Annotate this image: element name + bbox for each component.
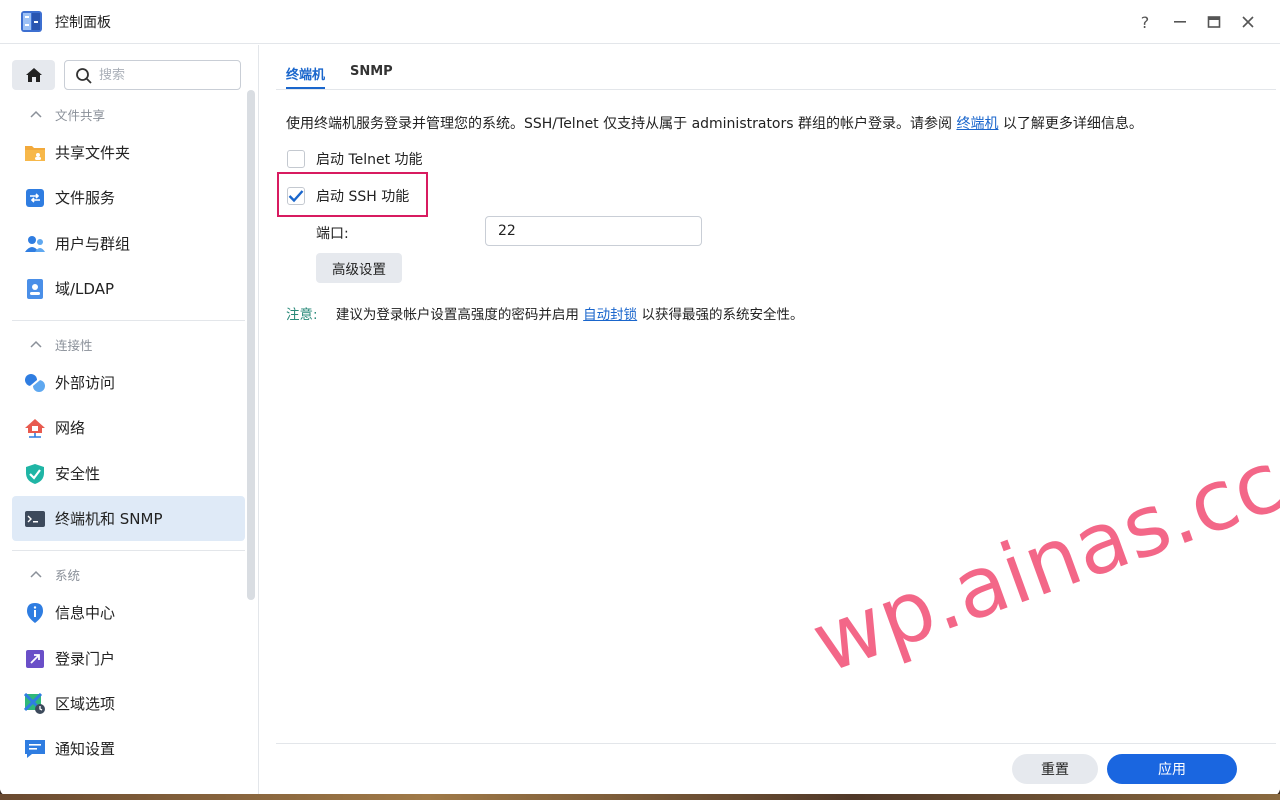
sidebar: 文件共享 共享文件夹 文件服务 用户与群组 域/LDAP <box>0 45 259 796</box>
home-button[interactable] <box>12 60 55 90</box>
telnet-label: 启动 Telnet 功能 <box>316 152 423 168</box>
sidebar-item-label: 登录门户 <box>55 650 116 668</box>
info-icon <box>24 602 46 624</box>
section-label: 文件共享 <box>55 108 106 123</box>
sidebar-item-network[interactable]: 网络 <box>12 405 245 450</box>
sidebar-item-label: 区域选项 <box>55 695 116 713</box>
title-bar: 控制面板 ? <box>0 0 1280 44</box>
search-icon <box>76 68 92 84</box>
section-connectivity[interactable]: 连接性 <box>30 335 93 354</box>
sidebar-item-label: 网络 <box>55 419 86 437</box>
apply-button[interactable]: 应用 <box>1107 754 1237 784</box>
section-label: 系统 <box>55 568 81 583</box>
section-system[interactable]: 系统 <box>30 565 80 584</box>
terminal-help-link[interactable]: 终端机 <box>956 116 998 132</box>
control-panel-window: 控制面板 ? 文件共享 <box>0 0 1280 796</box>
sidebar-item-label: 终端机和 SNMP <box>55 510 163 528</box>
maximize-icon[interactable] <box>1202 10 1226 34</box>
description-text: 使用终端机服务登录并管理您的系统。SSH/Telnet 仅支持从属于 admin… <box>286 113 1143 133</box>
sidebar-item-label: 通知设置 <box>55 740 116 758</box>
sidebar-item-domain-ldap[interactable]: 域/LDAP <box>12 266 245 311</box>
desktop-background-strip <box>0 794 1280 800</box>
ssh-label: 启动 SSH 功能 <box>316 189 410 205</box>
folder-icon <box>24 142 46 164</box>
note-after: 以获得最强的系统安全性。 <box>641 307 804 323</box>
sidebar-item-terminal-snmp[interactable]: 终端机和 SNMP <box>12 496 245 541</box>
description-before: 使用终端机服务登录并管理您的系统。SSH/Telnet 仅支持从属于 admin… <box>286 116 952 132</box>
control-panel-app-icon <box>21 11 42 32</box>
tab-bar: 终端机 SNMP <box>276 45 1276 90</box>
security-note: 注意: 建议为登录帐户设置高强度的密码并启用 自动封锁 以获得最强的系统安全性。 <box>286 303 803 323</box>
regional-map-icon <box>24 692 46 715</box>
sidebar-scrollbar[interactable] <box>247 90 255 600</box>
sidebar-item-file-services[interactable]: 文件服务 <box>12 175 245 220</box>
help-icon[interactable]: ? <box>1133 10 1157 34</box>
sidebar-item-security[interactable]: 安全性 <box>12 451 245 496</box>
advanced-settings-button[interactable]: 高级设置 <box>316 253 402 283</box>
sidebar-item-label: 共享文件夹 <box>55 144 131 162</box>
chevron-up-icon <box>30 108 46 121</box>
telnet-option[interactable]: 启动 Telnet 功能 <box>287 149 423 169</box>
sidebar-item-label: 文件服务 <box>55 189 116 207</box>
window-title: 控制面板 <box>55 15 111 31</box>
home-icon <box>25 68 42 82</box>
sidebar-divider <box>12 550 245 551</box>
main-content: 终端机 SNMP 使用终端机服务登录并管理您的系统。SSH/Telnet 仅支持… <box>260 45 1280 796</box>
terminal-icon <box>24 508 46 530</box>
shield-icon <box>24 463 46 485</box>
sidebar-item-label: 域/LDAP <box>55 280 115 298</box>
tab-terminal[interactable]: 终端机 <box>286 64 326 89</box>
sidebar-item-label: 外部访问 <box>55 374 116 392</box>
search-box[interactable] <box>64 60 241 90</box>
search-input[interactable] <box>99 65 229 85</box>
sidebar-item-regional-options[interactable]: 区域选项 <box>12 681 245 726</box>
ssh-option[interactable]: 启动 SSH 功能 <box>287 186 409 206</box>
reset-button[interactable]: 重置 <box>1012 754 1098 784</box>
tab-snmp[interactable]: SNMP <box>350 64 393 79</box>
section-file-sharing[interactable]: 文件共享 <box>30 105 105 124</box>
close-icon[interactable] <box>1236 10 1260 34</box>
note-label: 注意: <box>286 307 318 323</box>
ssh-checkbox[interactable] <box>287 187 305 205</box>
users-icon <box>24 233 46 255</box>
sidebar-item-login-portal[interactable]: 登录门户 <box>12 636 245 681</box>
sidebar-item-label: 用户与群组 <box>55 235 131 253</box>
sidebar-item-shared-folder[interactable]: 共享文件夹 <box>12 130 245 175</box>
description-after: 以了解更多详细信息。 <box>1002 116 1143 132</box>
footer-divider <box>276 743 1276 744</box>
external-access-icon <box>24 372 46 394</box>
sidebar-item-info-center[interactable]: 信息中心 <box>12 590 245 635</box>
chevron-up-icon <box>30 568 46 581</box>
sidebar-item-notifications[interactable]: 通知设置 <box>12 726 245 771</box>
section-label: 连接性 <box>55 338 93 353</box>
id-card-icon <box>24 278 46 300</box>
sidebar-item-label: 安全性 <box>55 465 101 483</box>
sidebar-item-external-access[interactable]: 外部访问 <box>12 360 245 405</box>
checkmark-icon <box>288 190 304 203</box>
sidebar-item-users-groups[interactable]: 用户与群组 <box>12 221 245 266</box>
note-before: 建议为登录帐户设置高强度的密码并启用 <box>335 307 579 323</box>
login-portal-icon <box>24 648 46 670</box>
port-input[interactable] <box>485 216 702 246</box>
notification-icon <box>24 738 46 760</box>
auto-block-link[interactable]: 自动封锁 <box>583 307 637 323</box>
network-house-icon <box>24 417 46 439</box>
telnet-checkbox[interactable] <box>287 150 305 168</box>
sidebar-item-label: 信息中心 <box>55 604 116 622</box>
sidebar-divider <box>12 320 245 321</box>
file-services-icon <box>24 187 46 209</box>
chevron-up-icon <box>30 338 46 351</box>
minimize-icon[interactable] <box>1168 10 1192 34</box>
port-label: 端口: <box>316 226 349 242</box>
